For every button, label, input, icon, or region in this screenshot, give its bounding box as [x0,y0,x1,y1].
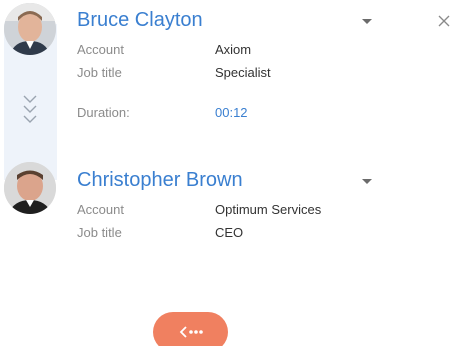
field-label-account: Account [77,42,124,57]
field-value-account: Optimum Services [215,202,322,217]
contact-name-link[interactable]: Christopher Brown [77,168,243,192]
back-arrow-icon [179,326,203,338]
field-label-job-title: Job title [77,65,122,80]
back-button[interactable] [153,312,228,346]
duration-value: 00:12 [215,105,248,120]
field-label-job-title: Job title [77,225,122,240]
field-value-account: Axiom [215,42,252,57]
chevrons-down-icon[interactable] [22,93,38,125]
contact-panel: Bruce Clayton Account Axiom Job title Sp… [0,0,451,346]
field-value-job-title: Specialist [215,65,271,80]
caret-down-icon[interactable] [362,179,372,184]
close-icon[interactable] [437,14,451,28]
avatar[interactable] [4,3,56,55]
contact-name-link[interactable]: Bruce Clayton [77,8,203,32]
field-label-account: Account [77,202,124,217]
duration-label: Duration: [77,105,130,120]
caret-down-icon[interactable] [362,19,372,24]
field-value-job-title: CEO [215,225,244,240]
avatar[interactable] [4,162,56,214]
